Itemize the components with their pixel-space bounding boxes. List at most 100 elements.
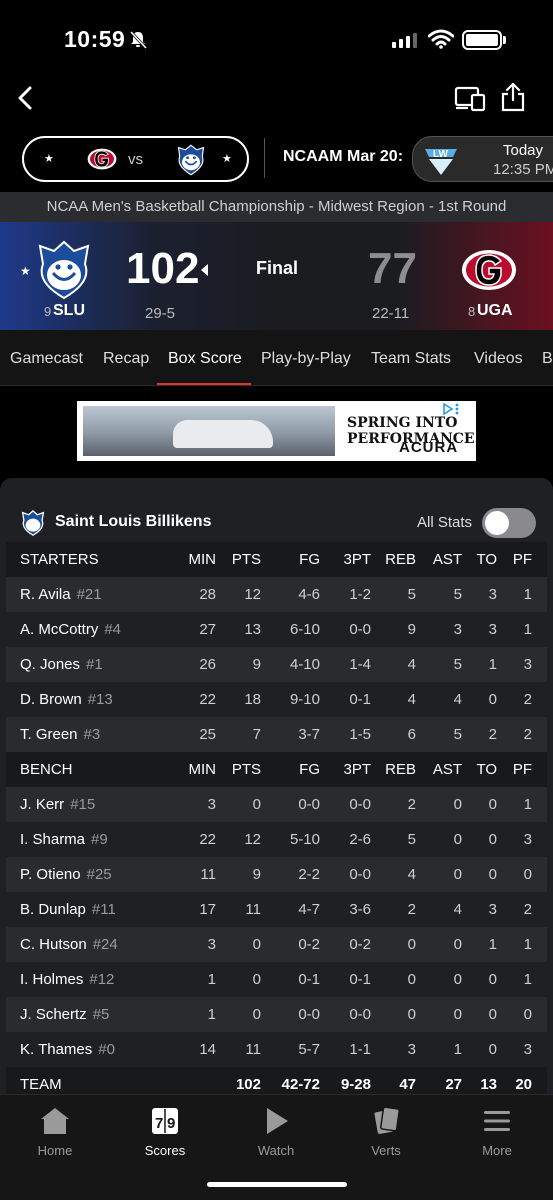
nav-scores[interactable]: 7 9 Scores [125,1105,205,1158]
player-name-text[interactable]: P. Otieno [20,866,81,883]
player-name-text[interactable]: R. Avila [20,586,71,603]
player-row[interactable]: J. Schertz #5 1 0 0-0 0-0 0 0 0 0 [6,997,547,1032]
uga-logo[interactable] [460,248,518,292]
cast-icon[interactable] [454,84,486,112]
tab-box-score[interactable]: Box Score [168,350,242,368]
nav-home[interactable]: Home [15,1105,95,1158]
tab-recap[interactable]: Recap [103,350,149,368]
player-name-text[interactable]: D. Brown [20,691,82,708]
player-row[interactable]: P. Otieno #25 11 9 2-2 0-0 4 0 0 0 [6,857,547,892]
tab-gamecast[interactable]: Gamecast [10,350,83,368]
player-name-text[interactable]: K. Thames [20,1041,92,1058]
player-name-text[interactable]: I. Holmes [20,971,83,988]
player-row[interactable]: D. Brown #13 22 18 9-10 0-1 4 4 0 2 [6,682,547,717]
stat-cell-3pt: 3PT [343,761,371,778]
player-name-text[interactable]: C. Hutson [20,936,87,953]
stat-cell-3pt: 0-0 [349,621,371,638]
stats-header-row: BENCH MIN PTS FG 3PT REB AST TO PF [6,752,547,787]
stat-cell-to: 1 [488,936,497,953]
matchup-pill[interactable]: ★ vs ★ [22,136,249,182]
player-row[interactable]: K. Thames #0 14 11 5-7 1-1 3 1 0 3 [6,1032,547,1067]
player-row[interactable]: I. Holmes #12 1 0 0-1 0-1 0 0 0 1 [6,962,547,997]
stat-cell-min: 17 [199,901,216,918]
tab-play-by-play[interactable]: Play-by-Play [261,350,351,368]
player-name-text[interactable]: T. Green [20,726,78,743]
back-button[interactable] [12,84,40,112]
stat-cell-ast: 0 [453,796,462,813]
player-row[interactable]: I. Sharma #9 22 12 5-10 2-6 5 0 0 3 [6,822,547,857]
player-row[interactable]: A. McCottry #4 27 13 6-10 0-0 9 3 3 1 [6,612,547,647]
player-name[interactable]: Q. Jones #1 [20,647,103,682]
player-name-text[interactable]: I. Sharma [20,831,85,848]
player-name[interactable]: J. Kerr #15 [20,787,95,822]
tab-videos[interactable]: Videos [474,350,523,368]
stat-cell-to: 1 [488,656,497,673]
player-name-text[interactable]: Q. Jones [20,656,80,673]
next-game-time: 12:35 PM [493,161,553,178]
next-game-card[interactable]: LW Today 12:35 PM [412,136,553,182]
tab-more[interactable]: B [542,350,553,368]
player-name[interactable]: C. Hutson #24 [20,927,118,962]
stat-cell-3pt: 0-0 [349,796,371,813]
nav-more[interactable]: More [457,1105,537,1158]
stat-cell-pts: 18 [244,691,261,708]
all-stats-toggle[interactable] [482,508,536,538]
player-row[interactable]: Q. Jones #1 26 9 4-10 1-4 4 5 1 3 [6,647,547,682]
nav-verts[interactable]: Verts [346,1105,426,1158]
stat-cell-3pt: 0-1 [349,691,371,708]
slu-billiken-logo[interactable] [34,240,94,300]
stat-cell-to: 0 [488,691,497,708]
next-game-label: NCAAM Mar 20: [283,148,404,165]
game-tabs: Gamecast Recap Box Score Play-by-Play Te… [0,330,553,386]
stat-cell-pts: PTS [231,761,261,778]
player-name-text[interactable]: J. Schertz [20,1006,87,1023]
stat-cell-to: 0 [488,831,497,848]
stat-cell-reb: 4 [407,656,416,673]
player-name-text[interactable]: J. Kerr [20,796,64,813]
stat-cell-pf: 2 [523,691,532,708]
ad-banner[interactable]: SPRING INTO PERFORMANCE. ACURA [77,401,476,461]
player-name[interactable]: I. Sharma #9 [20,822,108,857]
player-name[interactable]: P. Otieno #25 [20,857,112,892]
ad-choices-icon[interactable] [441,402,461,416]
svg-text:LW: LW [433,149,449,160]
player-row[interactable]: C. Hutson #24 3 0 0-2 0-2 0 0 1 1 [6,927,547,962]
player-row[interactable]: J. Kerr #15 3 0 0-0 0-0 2 0 0 1 [6,787,547,822]
stat-cell-pf: 3 [523,831,532,848]
winner-arrow-icon [201,264,208,276]
stat-cell-to: TO [476,761,497,778]
player-name-text[interactable]: A. McCottry [20,621,98,638]
player-name[interactable]: B. Dunlap #11 [20,892,116,927]
stat-cell-3pt: 1-5 [349,726,371,743]
away-seed: 8 [468,304,476,319]
player-name[interactable]: A. McCottry #4 [20,612,121,647]
stat-cell-pf: 1 [523,586,532,603]
away-abbr: UGA [477,302,513,319]
player-name-text[interactable]: B. Dunlap [20,901,86,918]
player-name[interactable]: I. Holmes #12 [20,962,114,997]
player-name[interactable]: D. Brown #13 [20,682,113,717]
stat-cell-ast: 4 [453,691,462,708]
player-name[interactable]: J. Schertz #5 [20,997,109,1032]
home-score: 102 [126,244,200,293]
stat-cell-reb: 0 [407,936,416,953]
tournament-label: NCAA Men's Basketball Championship - Mid… [0,192,553,222]
section-label: BENCH [20,761,73,778]
player-name[interactable]: T. Green #3 [20,717,100,752]
stat-cell-reb: 9 [407,621,416,638]
share-icon[interactable] [500,82,526,112]
score-header: ★ 9 SLU 102 29-5 Final 77 22-11 8 UGA [0,222,553,330]
player-row[interactable]: R. Avila #21 28 12 4-6 1-2 5 5 3 1 [6,577,547,612]
stat-cell-fg: 5-7 [298,1041,320,1058]
stat-cell-ast: 4 [453,901,462,918]
all-stats-label: All Stats [417,514,473,531]
player-row[interactable]: T. Green #3 25 7 3-7 1-5 6 5 2 2 [6,717,547,752]
player-name[interactable]: R. Avila #21 [20,577,102,612]
player-name[interactable]: K. Thames #0 [20,1032,115,1067]
stat-cell-3pt: 0-2 [349,936,371,953]
nav-watch[interactable]: Watch [236,1105,316,1158]
stat-cell-pts: 9 [252,656,261,673]
player-row[interactable]: B. Dunlap #11 17 11 4-7 3-6 2 4 3 2 [6,892,547,927]
tab-team-stats[interactable]: Team Stats [371,350,451,368]
stat-cell-fg: 0-0 [298,1006,320,1023]
